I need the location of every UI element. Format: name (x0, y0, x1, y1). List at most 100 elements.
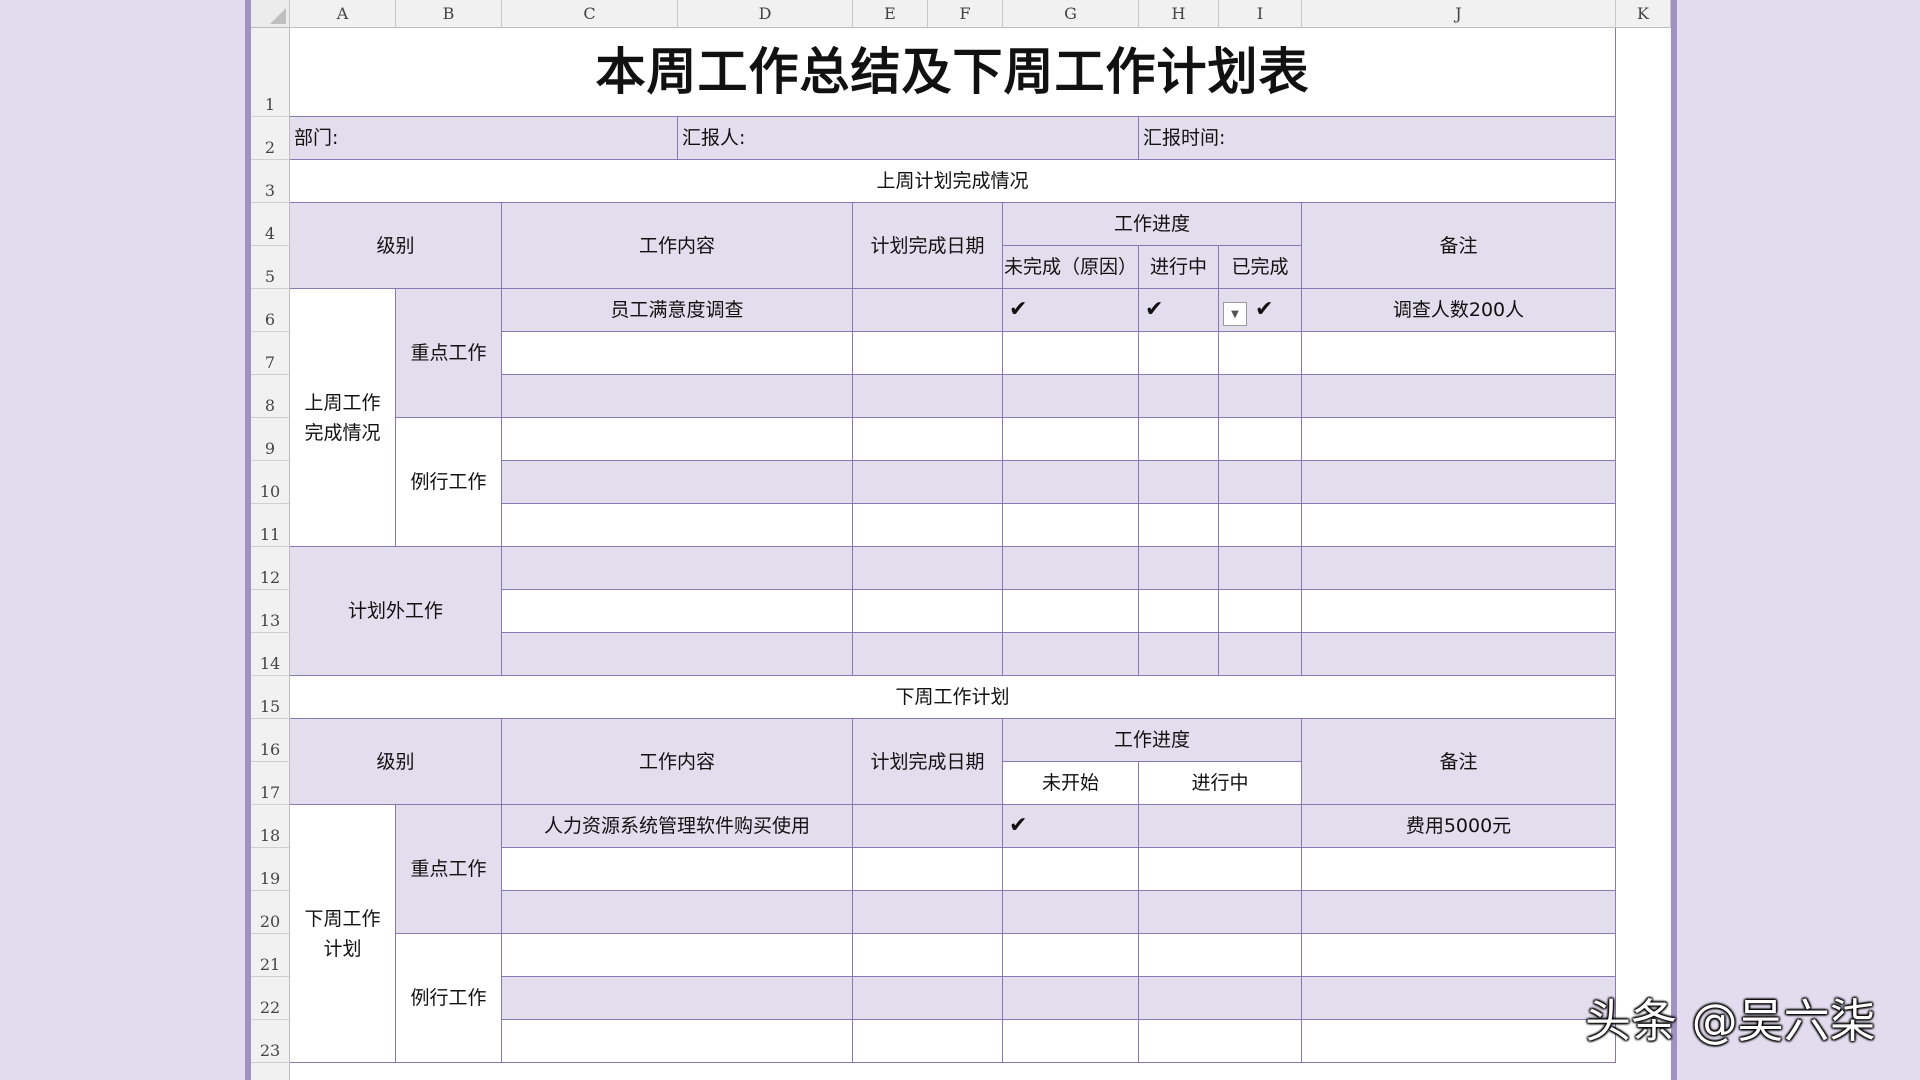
section2-r19-in-progress[interactable] (1139, 848, 1302, 891)
section1-r9-note[interactable] (1302, 418, 1616, 461)
section1-r11-unfinished[interactable] (1003, 504, 1139, 547)
section1-progress-in-progress[interactable]: 进行中 (1139, 246, 1219, 289)
section1-r9-done[interactable] (1219, 418, 1302, 461)
row-header-16[interactable]: 16 (251, 719, 290, 762)
row-header-22[interactable]: 22 (251, 977, 290, 1020)
section1-r8-note[interactable] (1302, 375, 1616, 418)
section2-r21-not-started[interactable] (1003, 934, 1139, 977)
row-header-6[interactable]: 6 (251, 289, 290, 332)
section1-r10-note[interactable] (1302, 461, 1616, 504)
row-header-23[interactable]: 23 (251, 1020, 290, 1063)
section1-routine-work-label[interactable]: 例行工作 (396, 418, 502, 547)
section1-r12-done[interactable] (1219, 547, 1302, 590)
section1-r9-content[interactable] (502, 418, 853, 461)
section2-r22-in-progress[interactable] (1139, 977, 1302, 1020)
section1-r9-date[interactable] (853, 418, 1003, 461)
row-header-7[interactable]: 7 (251, 332, 290, 375)
section1-r14-date[interactable] (853, 633, 1003, 676)
section2-col-date[interactable]: 计划完成日期 (853, 719, 1003, 805)
row-header-3[interactable]: 3 (251, 160, 290, 203)
section2-key-work-label[interactable]: 重点工作 (396, 805, 502, 934)
column-header-d[interactable]: D (678, 0, 853, 28)
row-header-19[interactable]: 19 (251, 848, 290, 891)
section1-r12-unfinished[interactable] (1003, 547, 1139, 590)
section1-r11-content[interactable] (502, 504, 853, 547)
section2-r23-in-progress[interactable] (1139, 1020, 1302, 1063)
section1-r7-unfinished[interactable] (1003, 332, 1139, 375)
section1-r8-unfinished[interactable] (1003, 375, 1139, 418)
section1-r13-done[interactable] (1219, 590, 1302, 633)
report-time-cell[interactable]: 汇报时间: (1139, 117, 1616, 160)
section1-r13-note[interactable] (1302, 590, 1616, 633)
section2-r20-content[interactable] (502, 891, 853, 934)
column-header-f[interactable]: F (928, 0, 1003, 28)
dropdown-arrow-icon[interactable]: ▼ (1223, 302, 1247, 326)
row-header-13[interactable]: 13 (251, 590, 290, 633)
section2-r21-content[interactable] (502, 934, 853, 977)
section2-r23-note[interactable] (1302, 1020, 1616, 1063)
row-header-17[interactable]: 17 (251, 762, 290, 805)
section1-r13-unfinished[interactable] (1003, 590, 1139, 633)
section1-r13-in-progress[interactable] (1139, 590, 1219, 633)
section2-row1-date[interactable] (853, 805, 1003, 848)
section1-r14-unfinished[interactable] (1003, 633, 1139, 676)
section1-r10-done[interactable] (1219, 461, 1302, 504)
column-header-h[interactable]: H (1139, 0, 1219, 28)
section2-row1-in-progress[interactable] (1139, 805, 1302, 848)
section1-r12-content[interactable] (502, 547, 853, 590)
section2-r22-note[interactable] (1302, 977, 1616, 1020)
section2-r21-date[interactable] (853, 934, 1003, 977)
section2-col-level[interactable]: 级别 (290, 719, 502, 805)
section2-r23-not-started[interactable] (1003, 1020, 1139, 1063)
row-header-9[interactable]: 9 (251, 418, 290, 461)
section1-row1-content[interactable]: 员工满意度调查 (502, 289, 853, 332)
row-header-10[interactable]: 10 (251, 461, 290, 504)
section1-r13-content[interactable] (502, 590, 853, 633)
section2-group-label[interactable]: 下周工作计划 (290, 805, 396, 1063)
section1-r10-in-progress[interactable] (1139, 461, 1219, 504)
section1-col-content[interactable]: 工作内容 (502, 203, 853, 289)
section1-r11-note[interactable] (1302, 504, 1616, 547)
section2-col-note[interactable]: 备注 (1302, 719, 1616, 805)
column-header-c[interactable]: C (502, 0, 678, 28)
section2-r20-note[interactable] (1302, 891, 1616, 934)
row-header-11[interactable]: 11 (251, 504, 290, 547)
section2-r19-note[interactable] (1302, 848, 1616, 891)
reporter-cell[interactable]: 汇报人: (678, 117, 1139, 160)
column-header-b[interactable]: B (396, 0, 502, 28)
section1-col-progress[interactable]: 工作进度 (1003, 203, 1302, 246)
section1-r14-note[interactable] (1302, 633, 1616, 676)
row-header-2[interactable]: 2 (251, 117, 290, 160)
section2-r22-content[interactable] (502, 977, 853, 1020)
row-header-24[interactable]: 24 (251, 1063, 290, 1080)
section1-col-note[interactable]: 备注 (1302, 203, 1616, 289)
section1-r7-in-progress[interactable] (1139, 332, 1219, 375)
row-header-12[interactable]: 12 (251, 547, 290, 590)
section1-progress-done[interactable]: 已完成 (1219, 246, 1302, 289)
section1-col-level[interactable]: 级别 (290, 203, 502, 289)
column-header-i[interactable]: I (1219, 0, 1302, 28)
row-header-4[interactable]: 4 (251, 203, 290, 246)
column-header-k[interactable]: K (1616, 0, 1671, 28)
section1-r7-done[interactable] (1219, 332, 1302, 375)
section1-r12-note[interactable] (1302, 547, 1616, 590)
section2-r21-in-progress[interactable] (1139, 934, 1302, 977)
section1-r9-unfinished[interactable] (1003, 418, 1139, 461)
row-header-1[interactable]: 1 (251, 28, 290, 117)
row-header-20[interactable]: 20 (251, 891, 290, 934)
section1-r11-date[interactable] (853, 504, 1003, 547)
section2-r22-not-started[interactable] (1003, 977, 1139, 1020)
section2-r19-date[interactable] (853, 848, 1003, 891)
section1-r14-content[interactable] (502, 633, 853, 676)
section1-progress-unfinished[interactable]: 未完成（原因） (1003, 246, 1139, 289)
section1-r7-note[interactable] (1302, 332, 1616, 375)
section2-progress-not-started[interactable]: 未开始 (1003, 762, 1139, 805)
section2-col-progress[interactable]: 工作进度 (1003, 719, 1302, 762)
section1-r12-date[interactable] (853, 547, 1003, 590)
section1-r14-in-progress[interactable] (1139, 633, 1219, 676)
section2-r22-date[interactable] (853, 977, 1003, 1020)
column-k-area[interactable] (1616, 28, 1671, 1080)
section2-progress-in-progress[interactable]: 进行中 (1139, 762, 1302, 805)
section2-r19-content[interactable] (502, 848, 853, 891)
select-all-corner[interactable] (251, 0, 290, 28)
